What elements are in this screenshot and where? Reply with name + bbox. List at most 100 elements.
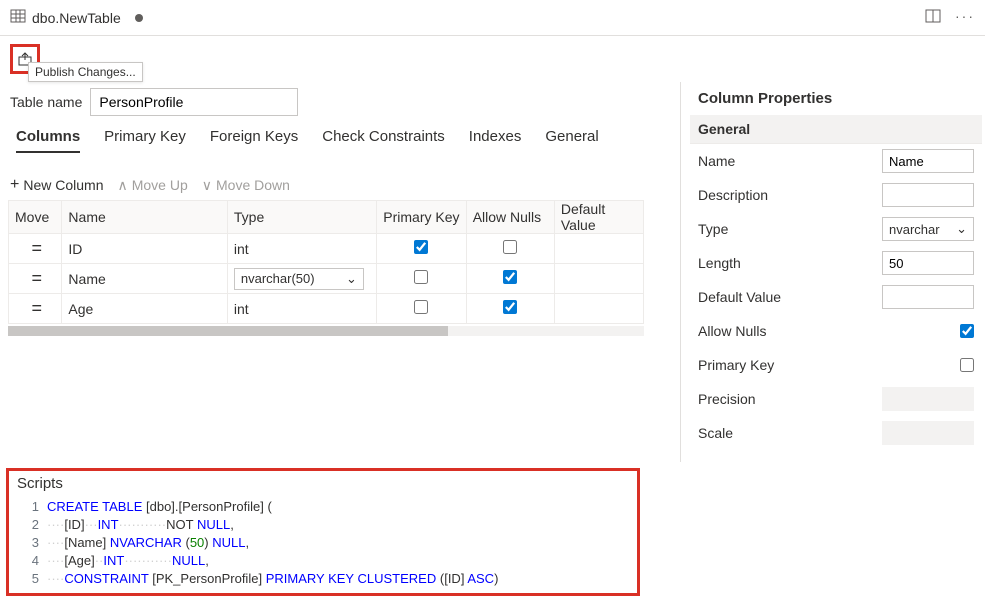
chevron-up-icon: ∧ — [117, 177, 127, 194]
chevron-down-icon: ⌄ — [346, 271, 357, 287]
col-header-type[interactable]: Type — [227, 201, 376, 234]
cell-allow-nulls — [466, 234, 554, 264]
prop-label-primarykey: Primary Key — [698, 357, 960, 373]
chevron-down-icon: ⌄ — [956, 221, 967, 237]
col-header-move[interactable]: Move — [9, 201, 62, 234]
move-down-button[interactable]: ∨ Move Down — [202, 177, 290, 194]
chevron-down-icon: ∨ — [202, 177, 212, 194]
code-line: 3····[Name] NVARCHAR (50) NULL, — [17, 534, 629, 552]
line-number: 4 — [17, 552, 39, 570]
column-properties-panel: Column Properties General Name Descripti… — [690, 82, 982, 450]
split-editor-icon[interactable] — [925, 8, 941, 27]
primary-key-checkbox[interactable] — [414, 300, 428, 314]
table-row[interactable]: =Ageint — [9, 294, 644, 324]
more-icon[interactable]: ··· — [955, 8, 975, 27]
drag-handle-icon[interactable]: = — [9, 294, 62, 324]
cell-name[interactable]: Name — [62, 264, 227, 294]
prop-select-type[interactable]: nvarchar ⌄ — [882, 217, 974, 241]
prop-input-length[interactable] — [882, 251, 974, 275]
prop-label-default: Default Value — [698, 289, 882, 305]
table-icon — [10, 8, 26, 27]
type-select[interactable]: nvarchar(50) ⌄ — [234, 268, 364, 290]
prop-input-name[interactable] — [882, 149, 974, 173]
tab-check-constraints[interactable]: Check Constraints — [322, 128, 445, 153]
cell-name[interactable]: ID — [62, 234, 227, 264]
editor-tab-title: dbo.NewTable — [32, 10, 121, 26]
cell-default-value[interactable] — [554, 294, 643, 324]
table-row[interactable]: =Name nvarchar(50) ⌄ — [9, 264, 644, 294]
plus-icon: + — [10, 176, 19, 194]
table-name-input[interactable] — [90, 88, 298, 116]
scrollbar-thumb[interactable] — [8, 326, 448, 336]
new-column-button[interactable]: + New Column — [10, 176, 103, 194]
prop-label-allownulls: Allow Nulls — [698, 323, 960, 339]
primary-key-checkbox[interactable] — [414, 240, 428, 254]
scripts-code[interactable]: 1CREATE TABLE [dbo].[PersonProfile] (2··… — [17, 498, 629, 588]
move-down-label: Move Down — [216, 177, 290, 193]
tab-primary-key[interactable]: Primary Key — [104, 128, 186, 153]
tab-indexes[interactable]: Indexes — [469, 128, 522, 153]
col-header-default-value[interactable]: Default Value — [554, 201, 643, 234]
tab-columns[interactable]: Columns — [16, 128, 80, 153]
properties-section-general: General — [690, 115, 982, 144]
primary-key-checkbox[interactable] — [414, 270, 428, 284]
cell-allow-nulls — [466, 264, 554, 294]
prop-label-description: Description — [698, 187, 882, 203]
editor-tab[interactable]: dbo.NewTable — [10, 8, 143, 27]
vertical-separator — [680, 82, 681, 462]
col-header-allow-nulls[interactable]: Allow Nulls — [466, 201, 554, 234]
cell-allow-nulls — [466, 294, 554, 324]
prop-row-primarykey: Primary Key — [690, 348, 982, 382]
prop-check-allownulls[interactable] — [960, 324, 974, 338]
columns-toolbar: + New Column ∧ Move Up ∨ Move Down — [10, 176, 290, 194]
tab-foreign-keys[interactable]: Foreign Keys — [210, 128, 298, 153]
prop-row-default: Default Value — [690, 280, 982, 314]
cell-type[interactable]: nvarchar(50) ⌄ — [227, 264, 376, 294]
cell-primary-key — [377, 264, 466, 294]
horizontal-scrollbar[interactable] — [8, 326, 644, 336]
prop-readonly-precision — [882, 387, 974, 411]
drag-handle-icon[interactable]: = — [9, 264, 62, 294]
code-line: 5····CONSTRAINT [PK_PersonProfile] PRIMA… — [17, 570, 629, 588]
prop-readonly-scale — [882, 421, 974, 445]
tab-general[interactable]: General — [545, 128, 598, 153]
col-header-primary-key[interactable]: Primary Key — [377, 201, 466, 234]
code-line: 4····[Age]··INT···········NULL, — [17, 552, 629, 570]
columns-body: =IDint=Namenvarchar(50)⌄=Ageint — [9, 234, 644, 324]
drag-handle-icon[interactable]: = — [9, 234, 62, 264]
allow-nulls-checkbox[interactable] — [503, 240, 517, 254]
cell-default-value[interactable] — [554, 264, 643, 294]
columns-table: MoveNameTypePrimary KeyAllow NullsDefaul… — [8, 200, 644, 324]
prop-check-primarykey[interactable] — [960, 358, 974, 372]
line-number: 1 — [17, 498, 39, 516]
type-select-value: nvarchar(50) — [241, 271, 315, 286]
code-line: 1CREATE TABLE [dbo].[PersonProfile] ( — [17, 498, 629, 516]
allow-nulls-checkbox[interactable] — [503, 270, 517, 284]
titlebar-actions: ··· — [925, 8, 975, 27]
cell-default-value[interactable] — [554, 234, 643, 264]
prop-row-length: Length — [690, 246, 982, 280]
line-number: 2 — [17, 516, 39, 534]
col-header-name[interactable]: Name — [62, 201, 227, 234]
prop-input-default[interactable] — [882, 285, 974, 309]
table-name-label: Table name — [10, 94, 82, 110]
prop-label-name: Name — [698, 153, 882, 169]
cell-type[interactable]: int — [227, 294, 376, 324]
move-up-button[interactable]: ∧ Move Up — [117, 177, 187, 194]
cell-primary-key — [377, 234, 466, 264]
dirty-indicator-icon — [135, 14, 143, 22]
prop-label-scale: Scale — [698, 425, 882, 441]
cell-type[interactable]: int — [227, 234, 376, 264]
prop-label-precision: Precision — [698, 391, 882, 407]
cell-primary-key — [377, 294, 466, 324]
prop-row-name: Name — [690, 144, 982, 178]
prop-row-allownulls: Allow Nulls — [690, 314, 982, 348]
properties-title: Column Properties — [690, 82, 982, 115]
allow-nulls-checkbox[interactable] — [503, 300, 517, 314]
table-row[interactable]: =IDint — [9, 234, 644, 264]
table-name-row: Table name — [10, 88, 298, 116]
cell-name[interactable]: Age — [62, 294, 227, 324]
titlebar: dbo.NewTable ··· — [0, 0, 985, 36]
prop-input-description[interactable] — [882, 183, 974, 207]
scripts-title: Scripts — [17, 475, 629, 492]
